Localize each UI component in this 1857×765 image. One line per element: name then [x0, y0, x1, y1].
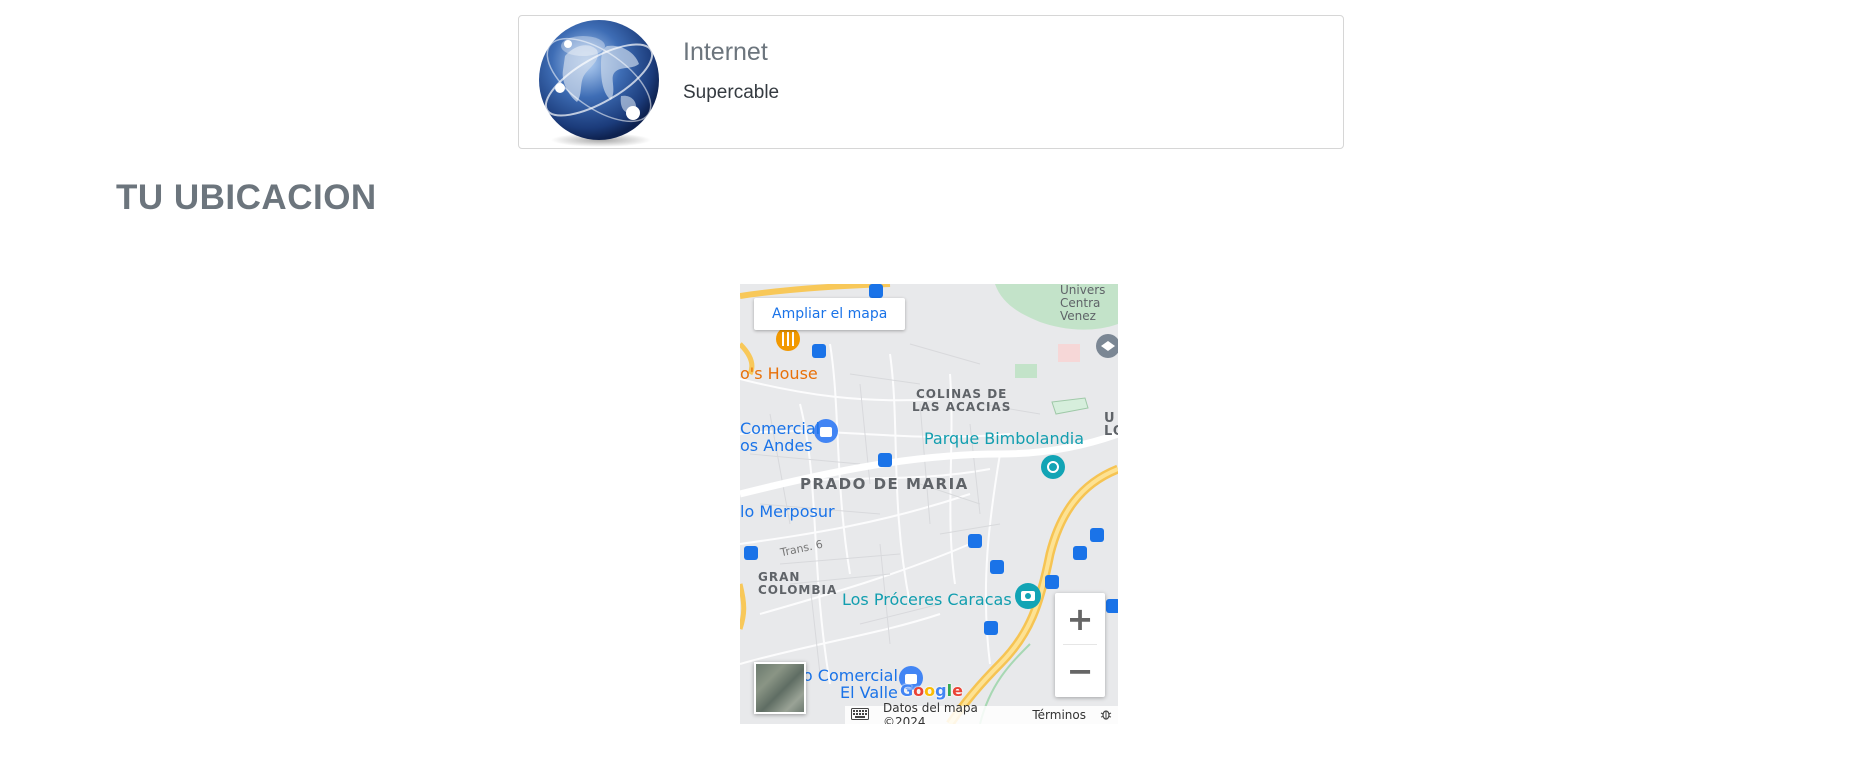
- amusement-pin-icon: [1041, 455, 1065, 479]
- zoom-out-button[interactable]: −: [1055, 645, 1105, 697]
- google-logo: Google: [900, 681, 963, 700]
- map-label-ulo: U LO: [1104, 411, 1118, 439]
- zoom-in-button[interactable]: +: [1055, 593, 1105, 645]
- service-card: Internet Supercable: [518, 15, 1344, 149]
- enlarge-map-button[interactable]: Ampliar el mapa: [754, 298, 906, 330]
- map-label-comercial: Comercial os Andes: [740, 419, 821, 455]
- map-embed[interactable]: Univers Centra Venez o's House COLINAS D…: [740, 284, 1118, 724]
- map-data-attribution: Datos del mapa ©2024: [883, 701, 978, 724]
- map-attribution: Datos del mapa ©2024 Términos: [845, 701, 1118, 724]
- page: Internet Supercable TU UBICACION Univers…: [0, 0, 1857, 765]
- terms-link[interactable]: Términos: [1032, 708, 1086, 722]
- map-label-house: o's House: [740, 364, 818, 383]
- map-label-proceres: Los Próceres Caracas: [842, 590, 1012, 609]
- map-label-merposur: lo Merposur: [740, 502, 835, 521]
- service-title: Internet: [683, 38, 768, 66]
- bug-icon[interactable]: [1100, 708, 1112, 723]
- section-title: TU UBICACION: [116, 178, 377, 217]
- map-label-parque: Parque Bimbolandia: [924, 429, 1085, 448]
- map-label-colinas: COLINAS DE LAS ACACIAS: [912, 387, 1012, 414]
- camera-pin-icon: [1015, 583, 1041, 609]
- globe-icon: [539, 20, 659, 147]
- map-label-comercial-valle: o Comercial El Valle: [802, 666, 898, 702]
- satellite-toggle-button[interactable]: [754, 662, 806, 714]
- map-label-gran-colombia: GRAN COLOMBIA: [758, 570, 838, 597]
- keyboard-icon[interactable]: [851, 707, 869, 723]
- zoom-controls: + −: [1055, 593, 1105, 697]
- service-provider: Supercable: [683, 82, 780, 103]
- restaurant-pin-icon: [776, 327, 800, 351]
- map-label-univ: Univers Centra Venez: [1060, 284, 1106, 323]
- map-label-prado: PRADO DE MARIA: [800, 475, 969, 493]
